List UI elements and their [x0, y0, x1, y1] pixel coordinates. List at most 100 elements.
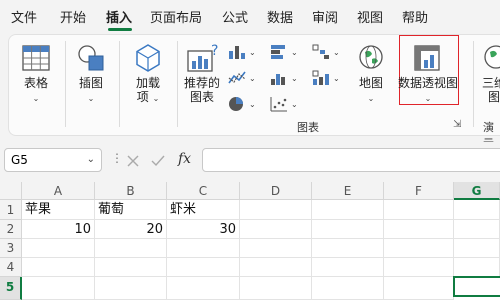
pivot-chart-label: 数据透视图 [397, 76, 458, 90]
cell-e4[interactable] [312, 258, 384, 277]
cell-d2[interactable] [240, 220, 312, 239]
column-header-a[interactable]: A [22, 182, 95, 200]
cell-a2[interactable]: 10 [22, 220, 95, 239]
pivot-chart-button[interactable]: 数据透视图 ⌄ [395, 43, 461, 106]
cell-b3[interactable] [95, 239, 167, 258]
tab-review[interactable]: 审阅 [312, 7, 338, 26]
cell-f3[interactable] [384, 239, 454, 258]
column-header-g[interactable]: G [454, 182, 500, 200]
cell-b4[interactable] [95, 258, 167, 277]
column-header-c[interactable]: C [167, 182, 240, 200]
cell-a4[interactable] [22, 258, 95, 277]
cell-a5[interactable] [22, 277, 95, 300]
cell-d1[interactable] [240, 200, 312, 220]
more-options-icon[interactable]: ⋮ [111, 151, 123, 165]
name-box[interactable]: G5 ⌄ [4, 148, 102, 172]
cell-f2[interactable] [384, 220, 454, 239]
group-separator [65, 41, 66, 127]
cell-f1[interactable] [384, 200, 454, 220]
pie-chart-icon [229, 97, 243, 111]
cell-f5[interactable] [384, 277, 454, 300]
column-chart-button[interactable]: ⌄ [228, 43, 256, 61]
column-header-b[interactable]: B [95, 182, 167, 200]
group-separator [473, 41, 474, 127]
bar-chart-button[interactable]: ⌄ [270, 43, 298, 61]
cell-b5[interactable] [95, 277, 167, 300]
formula-input[interactable] [202, 148, 500, 172]
row-header-2[interactable]: 2 [0, 220, 22, 239]
hierarchy-chart-icon [312, 44, 329, 59]
statistic-chart-button[interactable]: ⌄ [270, 69, 298, 87]
active-tab-indicator [108, 28, 132, 31]
cell-b1[interactable]: 葡萄 [95, 200, 167, 220]
cell-a3[interactable] [22, 239, 95, 258]
cell-g4[interactable] [454, 258, 500, 277]
addins-icon [136, 44, 160, 72]
tab-file[interactable]: 文件 [11, 7, 37, 26]
row-header-4[interactable]: 4 [0, 258, 22, 277]
line-chart-icon [228, 71, 246, 84]
cell-d5[interactable] [240, 277, 312, 300]
column-header-e[interactable]: E [312, 182, 384, 200]
cell-g5-selected[interactable] [453, 276, 500, 297]
illustrations-button[interactable]: 插图 ⌄ [71, 43, 111, 106]
cell-f4[interactable] [384, 258, 454, 277]
tab-formulas[interactable]: 公式 [222, 7, 248, 26]
select-all-corner[interactable] [0, 182, 22, 200]
addins-button[interactable]: 加载 项 ⌄ [125, 43, 171, 106]
line-chart-button[interactable]: ⌄ [228, 69, 256, 87]
cell-e5[interactable] [312, 277, 384, 300]
row-header-1[interactable]: 1 [0, 200, 22, 220]
cell-c2[interactable]: 30 [167, 220, 240, 239]
column-header-d[interactable]: D [240, 182, 312, 200]
ribbon-insert: 表格 ⌄ 插图 ⌄ 加载 项 ⌄ ? 推荐的 图表 ⌄ ⌄ ⌄ ⌄ ⌄ ⌄ ⌄ … [8, 34, 500, 150]
formula-bar: G5 ⌄ ⋮ fx [0, 142, 500, 178]
hierarchy-chart-button[interactable]: ⌄ [312, 43, 340, 61]
svg-text:?: ? [211, 43, 218, 59]
group-separator [177, 41, 178, 127]
cell-e1[interactable] [312, 200, 384, 220]
chevron-down-icon: ⌄ [333, 73, 340, 83]
cell-g2[interactable] [454, 220, 500, 239]
cell-a1[interactable]: 苹果 [22, 200, 95, 220]
pie-chart-button[interactable]: ⌄ [228, 95, 256, 113]
enter-check-icon[interactable] [150, 154, 166, 168]
maps-label: 地图 [358, 76, 383, 90]
cell-g1[interactable] [454, 200, 500, 220]
worksheet-grid[interactable]: A B C D E F G 1 2 3 4 5 苹果 葡萄 虾米 10 20 3… [0, 182, 500, 300]
combo-chart-button[interactable]: ⌄ [312, 69, 340, 87]
table-label: 表格 [23, 76, 48, 90]
cell-c5[interactable] [167, 277, 240, 300]
cell-e3[interactable] [312, 239, 384, 258]
cell-c1[interactable]: 虾米 [167, 200, 240, 220]
tab-help[interactable]: 帮助 [402, 7, 428, 26]
dialog-launcher-icon[interactable]: ⇲ [453, 119, 461, 130]
tab-view[interactable]: 视图 [357, 7, 383, 26]
cell-d4[interactable] [240, 258, 312, 277]
cell-c3[interactable] [167, 239, 240, 258]
tab-home[interactable]: 开始 [60, 7, 86, 26]
cell-c4[interactable] [167, 258, 240, 277]
tab-page-layout[interactable]: 页面布局 [150, 7, 202, 26]
recommended-charts-button[interactable]: ? 推荐的 图表 [181, 43, 223, 104]
table-button[interactable]: 表格 ⌄ [15, 43, 57, 106]
pivot-chart-icon [414, 45, 440, 71]
row-header-3[interactable]: 3 [0, 239, 22, 258]
chevron-down-icon: ⌄ [291, 47, 298, 57]
cell-b2[interactable]: 20 [95, 220, 167, 239]
cell-e2[interactable] [312, 220, 384, 239]
insert-function-icon[interactable]: fx [178, 151, 191, 167]
row-header-5[interactable]: 5 [0, 277, 22, 300]
maps-button[interactable]: 地图 ⌄ [353, 43, 389, 106]
chevron-down-icon: ⌄ [249, 99, 256, 109]
three-d-map-label-line1: 三维 [481, 76, 500, 90]
shapes-icon [78, 45, 104, 71]
tab-data[interactable]: 数据 [267, 7, 293, 26]
scatter-chart-button[interactable]: ⌄ [270, 95, 298, 113]
cell-d3[interactable] [240, 239, 312, 258]
cancel-icon[interactable] [126, 154, 140, 168]
three-d-map-button[interactable]: 三维 图 [479, 43, 500, 104]
column-header-f[interactable]: F [384, 182, 454, 200]
cell-g3[interactable] [454, 239, 500, 258]
tab-insert[interactable]: 插入 [106, 7, 132, 26]
